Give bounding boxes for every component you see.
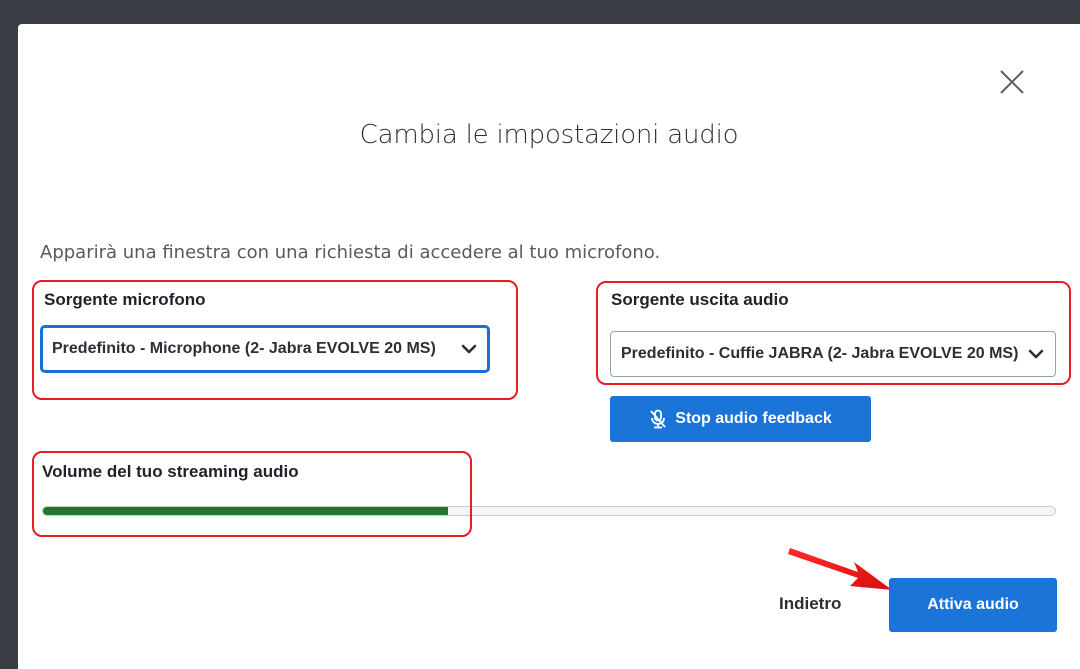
microphone-source-value: Predefinito - Microphone (2- Jabra EVOLV… bbox=[52, 340, 436, 357]
activate-audio-button[interactable]: Attiva audio bbox=[889, 578, 1057, 632]
microphone-off-icon bbox=[650, 409, 666, 429]
output-source-label: Sorgente uscita audio bbox=[611, 290, 789, 309]
activate-audio-label: Attiva audio bbox=[927, 596, 1019, 613]
close-button[interactable] bbox=[996, 66, 1028, 98]
annotation-arrow-icon bbox=[788, 548, 892, 590]
stop-audio-feedback-label: Stop audio feedback bbox=[675, 410, 832, 427]
output-source-select[interactable]: Predefinito - Cuffie JABRA (2- Jabra EVO… bbox=[610, 331, 1056, 377]
volume-meter-fill bbox=[43, 507, 448, 515]
dialog-title: Cambia le impostazioni audio bbox=[359, 120, 739, 150]
chevron-down-icon bbox=[1028, 349, 1044, 359]
output-source-value: Predefinito - Cuffie JABRA (2- Jabra EVO… bbox=[621, 345, 1019, 362]
chevron-down-icon bbox=[461, 344, 477, 354]
volume-meter bbox=[42, 506, 1056, 516]
microphone-source-label: Sorgente microfono bbox=[44, 290, 206, 309]
stop-audio-feedback-button[interactable]: Stop audio feedback bbox=[610, 396, 871, 442]
back-button[interactable]: Indietro bbox=[779, 594, 841, 614]
volume-label: Volume del tuo streaming audio bbox=[42, 462, 299, 481]
microphone-source-select[interactable]: Predefinito - Microphone (2- Jabra EVOLV… bbox=[41, 326, 489, 372]
close-icon bbox=[1000, 70, 1024, 94]
info-text: Apparirà una finestra con una richiesta … bbox=[40, 242, 661, 263]
